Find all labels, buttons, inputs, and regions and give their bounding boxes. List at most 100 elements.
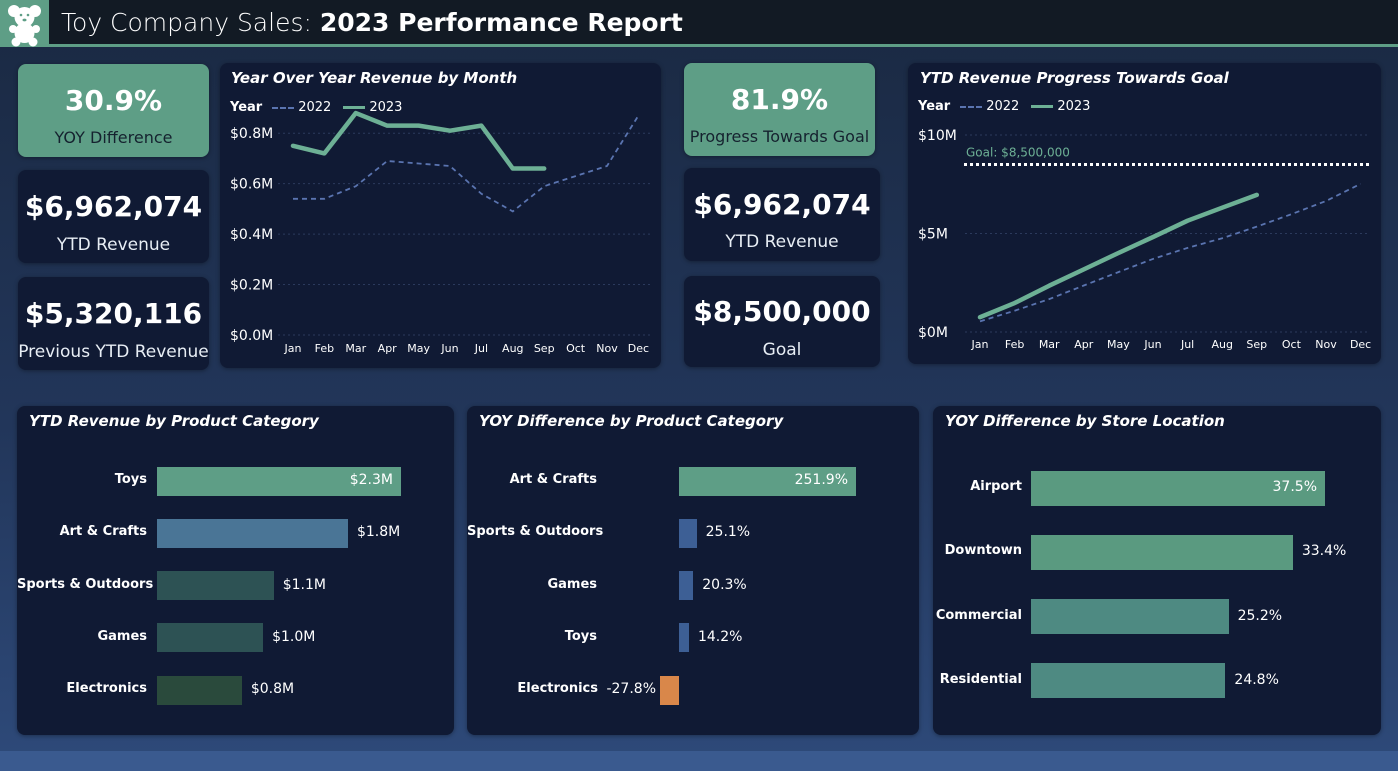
x-tick-label: Jan xyxy=(284,342,302,355)
bar-category-label: Commercial xyxy=(935,607,1022,623)
bar-category-label: Games xyxy=(547,576,597,592)
bar[interactable] xyxy=(157,571,274,601)
kpi-progress-towards-goal[interactable]: 81.9% Progress Towards Goal xyxy=(684,63,875,156)
yoy-difference-by-category-chart[interactable]: YOY Difference by Product Category Art &… xyxy=(467,406,919,735)
bar[interactable] xyxy=(679,518,697,548)
y-tick-label: $0.6M xyxy=(230,177,273,193)
x-tick-label: Jul xyxy=(1180,338,1194,351)
x-tick-label: Jun xyxy=(1143,338,1161,351)
kpi-value: $8,500,000 xyxy=(693,295,871,328)
bar-value-label: $1.8M xyxy=(356,524,401,541)
page-title-bold: 2023 Performance Report xyxy=(319,8,683,37)
series-line-2023 xyxy=(977,192,1260,320)
x-tick-label: Dec xyxy=(628,342,649,355)
x-tick-label: Jan xyxy=(971,338,989,351)
bar-category-label: Art & Crafts xyxy=(59,524,147,540)
x-tick-label: May xyxy=(1107,338,1130,351)
kpi-yoy-difference[interactable]: 30.9% YOY Difference xyxy=(18,64,209,157)
bar-category-label: Residential xyxy=(939,671,1022,687)
x-tick-label: May xyxy=(407,342,430,355)
x-tick-label: Jul xyxy=(474,342,488,355)
x-tick-label: Sep xyxy=(534,342,555,355)
kpi-goal[interactable]: $8,500,000 Goal xyxy=(684,276,880,367)
x-tick-label: Sep xyxy=(1246,338,1267,351)
kpi-label: Previous YTD Revenue xyxy=(18,342,209,362)
x-tick-label: Mar xyxy=(345,342,366,355)
series-line-2023 xyxy=(290,110,547,171)
y-tick-label: $5M xyxy=(918,227,948,243)
yoy-difference-by-store-chart[interactable]: YOY Difference by Store Location Airport… xyxy=(933,406,1381,735)
y-tick-label: $0M xyxy=(918,325,948,341)
x-tick-label: Apr xyxy=(1074,338,1094,351)
kpi-label: YTD Revenue xyxy=(725,232,839,252)
kpi-value: 30.9% xyxy=(64,84,163,117)
kpi-value: $6,962,074 xyxy=(693,188,871,221)
bar-value-label: $1.0M xyxy=(272,628,316,645)
y-tick-label: $10M xyxy=(918,128,957,144)
kpi-value: 81.9% xyxy=(730,83,829,116)
bar[interactable] xyxy=(1031,534,1293,570)
kpi-ytd-revenue-2[interactable]: $6,962,074 YTD Revenue xyxy=(684,168,880,261)
page-title-light: Toy Company Sales: xyxy=(61,8,320,37)
y-tick-label: $0.0M xyxy=(230,328,273,344)
x-tick-label: Jun xyxy=(440,342,458,355)
bar-value-label: 25.2% xyxy=(1237,607,1283,624)
kpi-previous-ytd-revenue[interactable]: $5,320,116 Previous YTD Revenue xyxy=(18,277,209,370)
bar[interactable] xyxy=(157,623,264,653)
bar[interactable] xyxy=(157,518,348,548)
x-tick-label: Oct xyxy=(566,342,586,355)
yoy-revenue-by-month-chart[interactable]: Year Over Year Revenue by Month Year 202… xyxy=(220,63,661,368)
bar-category-label: Toys xyxy=(564,628,597,644)
ytd-revenue-by-category-chart[interactable]: YTD Revenue by Product Category Toys $2.3… xyxy=(17,406,454,735)
kpi-value: $6,962,074 xyxy=(24,190,203,223)
bar-value-label: 14.2% xyxy=(697,628,743,645)
bar-category-label: Sports & Outdoors xyxy=(17,576,154,592)
goal-label: Goal: $8,500,000 xyxy=(966,146,1070,160)
x-tick-label: Feb xyxy=(315,342,334,355)
ytd-progress-towards-goal-chart[interactable]: YTD Revenue Progress Towards Goal Year 2… xyxy=(908,63,1381,364)
x-tick-label: Apr xyxy=(378,342,398,355)
footer-strip xyxy=(0,751,1398,771)
bar-value-label: 251.9% xyxy=(794,472,848,488)
yoy-line-plot: $0.0M $0.2M $0.4M $0.6M $0.8M Jan Feb Mar Apr May… xyxy=(230,110,650,355)
kpi-ytd-revenue[interactable]: $6,962,074 YTD Revenue xyxy=(18,170,209,263)
bar[interactable] xyxy=(679,623,689,653)
bar-value-label: 25.1% xyxy=(705,524,751,541)
bar-value-label: 20.3% xyxy=(702,576,747,593)
bar-value-label: $0.8M xyxy=(250,681,295,698)
bar-value-label: $1.1M xyxy=(282,576,326,593)
x-tick-label: Oct xyxy=(1282,338,1302,351)
y-tick-label: $0.2M xyxy=(230,278,273,294)
bar-value-label: -27.8% xyxy=(606,681,656,698)
bar-value-label: 24.8% xyxy=(1234,671,1279,688)
bar[interactable] xyxy=(679,571,694,601)
teddy-bear-icon xyxy=(0,0,49,47)
bar-category-label: Airport xyxy=(970,479,1022,494)
bar-category-label: Electronics xyxy=(66,681,147,697)
page-title: Toy Company Sales: 2023 Performance Repo… xyxy=(61,7,683,39)
x-tick-label: Feb xyxy=(1005,338,1024,351)
bar-value-label: $2.3M xyxy=(349,472,393,488)
bar-category-label: Downtown xyxy=(944,543,1022,559)
kpi-label: YTD Revenue xyxy=(56,235,171,255)
bar[interactable] xyxy=(157,675,242,705)
chart-title: YOY Difference by Store Location xyxy=(945,412,1225,430)
bar[interactable] xyxy=(660,675,679,705)
kpi-label: YOY Difference xyxy=(54,128,173,147)
bar-category-label: Art & Crafts xyxy=(509,472,597,487)
y-tick-label: $0.8M xyxy=(230,126,273,142)
x-tick-label: Nov xyxy=(596,342,618,355)
bar-category-label: Games xyxy=(97,628,147,644)
bar-category-label: Electronics xyxy=(517,681,598,697)
chart-title: YOY Difference by Product Category xyxy=(479,412,784,430)
bar-category-label: Sports & Outdoors xyxy=(467,524,604,540)
bar-value-label: 37.5% xyxy=(1272,479,1317,495)
kpi-value: $5,320,116 xyxy=(24,297,203,330)
x-tick-label: Dec xyxy=(1350,338,1371,351)
x-tick-label: Aug xyxy=(1211,338,1232,351)
kpi-label: Goal xyxy=(762,340,802,360)
series-line-2022 xyxy=(979,183,1361,323)
bar[interactable] xyxy=(1031,599,1229,635)
bar[interactable] xyxy=(1031,663,1226,699)
header-bar: Toy Company Sales: 2023 Performance Repo… xyxy=(0,0,1398,47)
